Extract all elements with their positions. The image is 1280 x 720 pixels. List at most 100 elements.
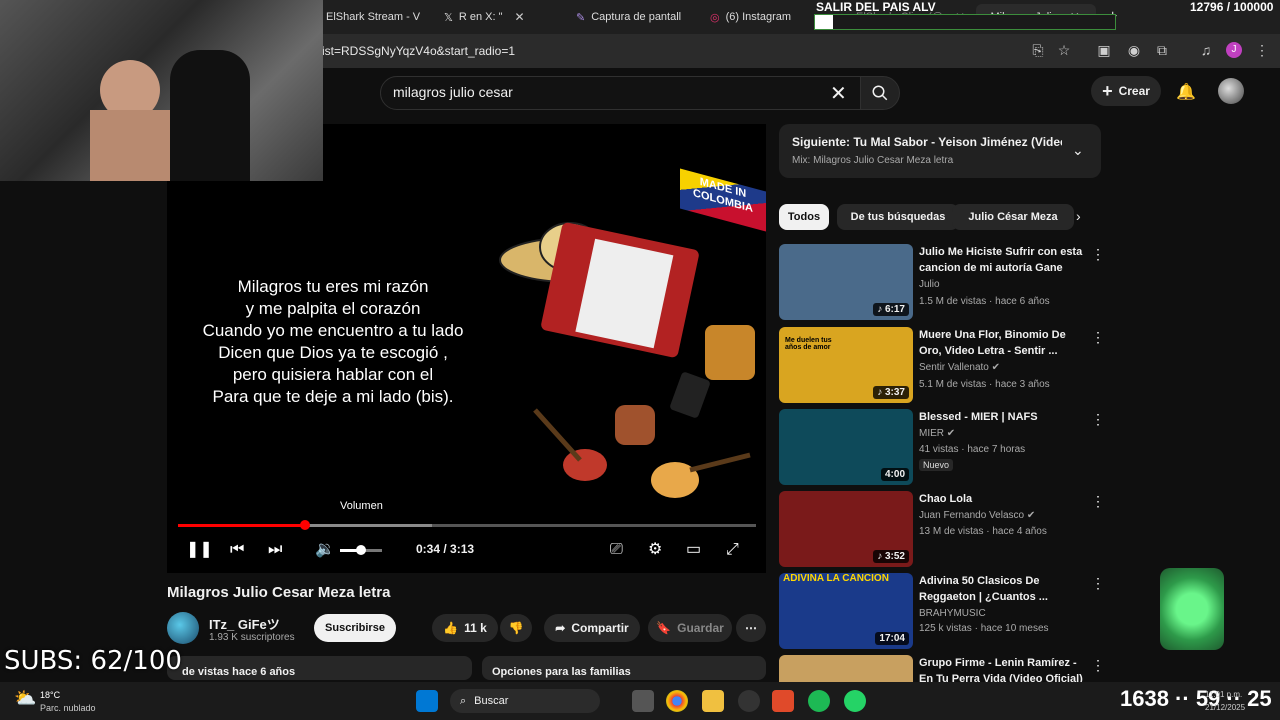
channel-name[interactable]: BRAHYMUSIC xyxy=(919,608,986,619)
like-count: 11 k xyxy=(464,621,487,635)
video-thumbnail[interactable]: ♪ 6:17 xyxy=(779,244,913,320)
lyric-line: Dicen que Dios ya te escogió , xyxy=(218,343,448,362)
settings-gear-icon[interactable]: ⚙ xyxy=(648,541,662,559)
verified-icon: ✔ xyxy=(946,428,956,439)
menu-icon[interactable]: ⋮ xyxy=(1254,42,1270,58)
share-button[interactable]: ➦ Compartir xyxy=(544,614,640,642)
video-title[interactable]: Adivina 50 Clasicos De Reggaeton | ¿Cuan… xyxy=(919,573,1084,605)
extension-icon[interactable]: ▣ xyxy=(1096,42,1112,58)
video-title[interactable]: Muere Una Flor, Binomio De Oro, Video Le… xyxy=(919,327,1084,359)
tab-captura[interactable]: ✎Captura de pantall✕ xyxy=(576,4,692,30)
url-field[interactable]: ist=RDSSgNyYqzV4o&start_radio=1 xyxy=(322,44,515,58)
chevron-right-icon[interactable]: › xyxy=(1076,208,1081,224)
cast-icon[interactable]: ⎘ xyxy=(1030,42,1046,58)
more-vertical-icon[interactable]: ⋮ xyxy=(1091,493,1105,510)
list-item[interactable]: Me duelen tus años de amor ♪ 3:37 Muere U… xyxy=(779,327,1105,403)
more-horizontal-icon: ⋯ xyxy=(745,621,757,635)
channel-name[interactable]: Juan Fernando Velasco ✔ xyxy=(919,510,1035,521)
duration-badge: ♪ 3:37 xyxy=(873,386,909,399)
extension-2-icon[interactable]: ◉ xyxy=(1126,42,1142,58)
channel-name[interactable]: Julio xyxy=(919,279,940,290)
weather-icon[interactable]: ⛅ xyxy=(14,688,36,709)
puzzle-icon[interactable]: ⧉ xyxy=(1154,42,1170,58)
search-input[interactable]: milagros julio cesar xyxy=(393,84,513,100)
tab-elshark-stream[interactable]: ElShark Stream - V✕ xyxy=(326,4,430,30)
bookmark-star-icon[interactable]: ☆ xyxy=(1056,42,1072,58)
chrome-icon[interactable] xyxy=(666,690,688,712)
search-button[interactable] xyxy=(860,76,900,110)
theater-mode-icon[interactable]: ▭ xyxy=(686,541,701,559)
taskbar-search[interactable]: ⌕ Buscar xyxy=(450,689,600,713)
more-vertical-icon[interactable]: ⋮ xyxy=(1091,411,1105,428)
close-icon[interactable]: ✕ xyxy=(515,10,525,24)
volume-slider[interactable] xyxy=(340,545,382,555)
volume-handle[interactable] xyxy=(355,545,366,555)
chip-julio-cesar-meza[interactable]: Julio César Meza xyxy=(952,204,1074,230)
video-thumbnail[interactable]: Me duelen tus años de amor ♪ 3:37 xyxy=(779,327,913,403)
spotify-icon[interactable] xyxy=(808,690,830,712)
subtitles-icon[interactable]: ⎚ xyxy=(610,541,623,559)
channel-name[interactable]: MIER ✔ xyxy=(919,428,955,439)
up-next-panel[interactable] xyxy=(779,124,1101,178)
accordion-illustration xyxy=(499,222,755,498)
video-title[interactable]: Blessed - MIER | NAFS xyxy=(919,409,1084,425)
video-meta: 41 vistas · hace 7 horas xyxy=(919,444,1026,455)
lyric-line: Cuando yo me encuentro a tu lado xyxy=(202,321,464,340)
media-icon[interactable]: ♫ xyxy=(1198,42,1214,58)
like-button[interactable]: 👍 11 k xyxy=(432,614,498,642)
task-view-icon[interactable] xyxy=(632,690,654,712)
chip-todos[interactable]: Todos xyxy=(779,204,829,230)
weather-description: Parc. nublado xyxy=(40,703,96,713)
list-item[interactable]: ♪ 6:17 Julio Me Hiciste Sufrir con esta … xyxy=(779,244,1105,320)
more-vertical-icon[interactable]: ⋮ xyxy=(1091,575,1105,592)
pause-icon[interactable]: ❚❚ xyxy=(186,541,213,559)
file-explorer-icon[interactable] xyxy=(702,690,724,712)
list-item[interactable]: 4:00 Blessed - MIER | NAFS MIER ✔ 41 vis… xyxy=(779,409,1105,485)
tab-x[interactable]: 𝕏 R en X: " ✕ xyxy=(444,4,556,30)
more-vertical-icon[interactable]: ⋮ xyxy=(1091,329,1105,346)
more-vertical-icon[interactable]: ⋮ xyxy=(1091,246,1105,263)
list-item[interactable]: ADIVINA LA CANCION 17:04 Adivina 50 Clasi… xyxy=(779,573,1105,649)
video-thumbnail[interactable]: 4:00 xyxy=(779,409,913,485)
more-actions-button[interactable]: ⋯ xyxy=(736,614,766,642)
create-button[interactable]: + Crear xyxy=(1091,76,1161,106)
video-thumbnail[interactable]: ♪ 3:52 xyxy=(779,491,913,567)
more-vertical-icon[interactable]: ⋮ xyxy=(1091,657,1101,674)
save-button[interactable]: 🔖 Guardar xyxy=(648,614,732,642)
fullscreen-icon[interactable]: ⤢ xyxy=(726,541,739,559)
channel-name[interactable]: Sentir Vallenato ✔ xyxy=(919,362,1000,373)
channel-avatar[interactable] xyxy=(167,612,199,644)
chip-de-tus-busquedas[interactable]: De tus búsquedas xyxy=(837,204,959,230)
windows-start-icon[interactable] xyxy=(416,690,438,712)
thumbs-down-icon: 👎 xyxy=(508,621,524,635)
list-item[interactable]: ♪ 3:52 Chao Lola Juan Fernando Velasco ✔… xyxy=(779,491,1105,567)
volume-tooltip: Volumen xyxy=(340,500,383,512)
dislike-button[interactable]: 👎 xyxy=(500,614,532,642)
brave-icon[interactable] xyxy=(772,690,794,712)
subscribe-button[interactable]: Suscribirse xyxy=(314,614,396,642)
progress-bar[interactable] xyxy=(178,520,756,530)
list-item[interactable]: Grupo Firme - Lenin Ramírez - En Tu Perr… xyxy=(779,655,1101,682)
video-thumbnail[interactable] xyxy=(779,655,913,682)
account-avatar[interactable] xyxy=(1218,78,1244,104)
chevron-down-icon[interactable]: ⌄ xyxy=(1072,142,1084,159)
whatsapp-icon[interactable] xyxy=(844,690,866,712)
plus-icon: + xyxy=(1102,80,1113,101)
clear-search-icon[interactable]: ✕ xyxy=(830,81,847,106)
profile-avatar-icon[interactable]: J xyxy=(1226,42,1242,58)
video-title[interactable]: Julio Me Hiciste Sufrir con esta cancion… xyxy=(919,244,1084,276)
volume-icon[interactable]: 🔉 xyxy=(315,541,335,559)
goal-count: 12796 / 100000 xyxy=(1190,0,1274,14)
steam-icon[interactable] xyxy=(738,690,760,712)
next-icon[interactable]: ⏭ xyxy=(268,541,282,559)
family-options-label: Opciones para las familias xyxy=(492,666,631,678)
video-title[interactable]: Grupo Firme - Lenin Ramírez - En Tu Perr… xyxy=(919,655,1084,682)
system-date: 21/12/2025 xyxy=(1205,703,1246,712)
tab-instagram[interactable]: ◎ (6) Instagram xyxy=(710,4,808,30)
channel-name[interactable]: ITz_ GiFeツ xyxy=(209,614,280,633)
notifications-bell-icon[interactable]: 🔔 xyxy=(1176,82,1196,102)
video-thumbnail[interactable]: ADIVINA LA CANCION 17:04 xyxy=(779,573,913,649)
tab-label: ElShark Stream - V xyxy=(326,11,421,23)
previous-icon[interactable]: ⏮ xyxy=(230,541,244,559)
video-title[interactable]: Chao Lola xyxy=(919,491,1084,507)
